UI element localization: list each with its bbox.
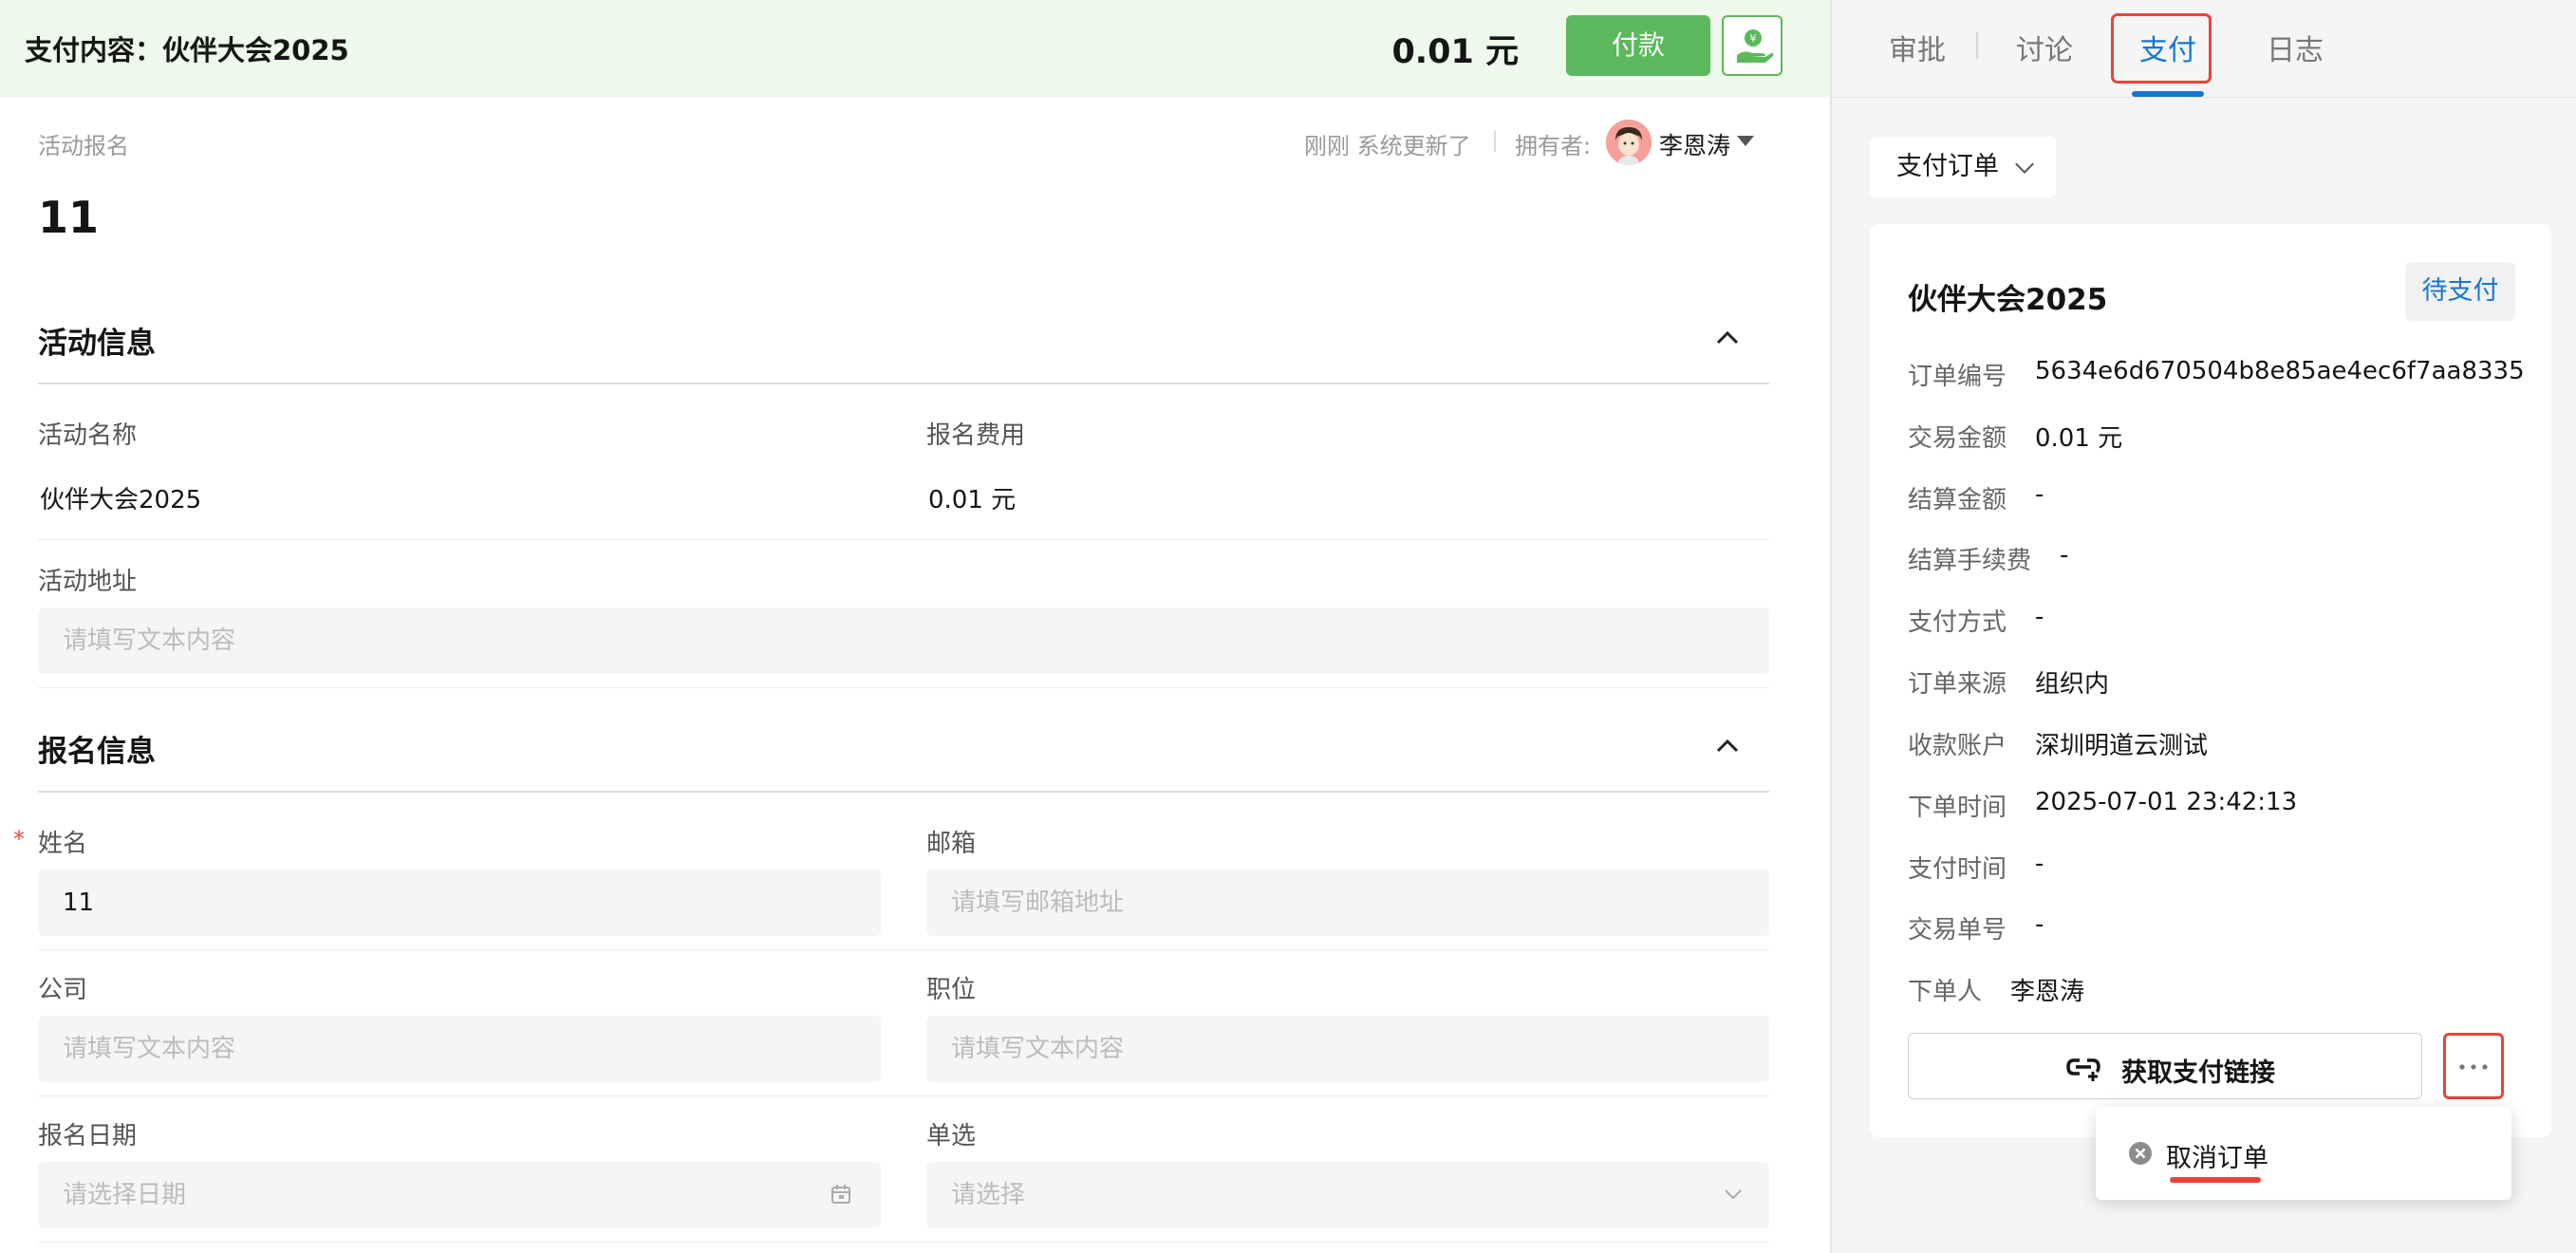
owner-name[interactable]: 李恩涛 (1659, 127, 1730, 161)
section-divider (38, 383, 1769, 384)
record-detail-pane: 支付内容：伙伴大会2025 0.01 元 付款 ¥ 活动报名 刚刚 系统更新了 … (0, 0, 1830, 1253)
chevron-down-icon (2015, 155, 2034, 174)
hand-coin-icon: ¥ (1737, 29, 1774, 63)
chevron-up-icon[interactable] (1714, 325, 1741, 351)
email-field[interactable]: 请填写邮箱地址 (926, 870, 1769, 936)
row-divider (38, 1095, 1769, 1096)
tab-log[interactable]: 日志 (2267, 27, 2324, 68)
trade-no-label: 交易单号 (1908, 916, 2007, 944)
section-title-activity: 活动信息 (38, 327, 156, 361)
payment-amount: 0.01 元 (1391, 33, 1519, 71)
required-marker: * (13, 826, 25, 852)
tab-separator (1976, 32, 1978, 59)
update-status: 刚刚 系统更新了 (1304, 133, 1471, 159)
chevron-up-icon[interactable] (1714, 733, 1741, 759)
email-label: 邮箱 (926, 830, 977, 858)
tab-discussion[interactable]: 讨论 (2016, 27, 2073, 68)
orderer-label: 下单人 (1908, 978, 1983, 1006)
avatar[interactable] (1606, 120, 1652, 165)
order-no-value: 5634e6d670504b8e85ae4ec6f7aa8335 (2035, 357, 2525, 385)
order-time-label: 下单时间 (1908, 794, 2007, 822)
amount-label: 交易金额 (1908, 424, 2007, 453)
activity-name-label: 活动名称 (38, 421, 138, 450)
signup-fee-value: 0.01 元 (928, 486, 1017, 514)
payment-content-title: 支付内容：伙伴大会2025 (25, 34, 349, 66)
pay-button[interactable]: 付款 (1566, 15, 1710, 76)
chevron-down-icon (1725, 1189, 1742, 1200)
pay-time-label: 支付时间 (1908, 855, 2007, 884)
more-actions-menu: 取消订单 (2096, 1107, 2511, 1200)
trade-no-value: - (2035, 910, 2044, 939)
order-type-label: 支付订单 (1896, 152, 1999, 181)
order-title: 伙伴大会2025 (1908, 283, 2108, 317)
row-divider (38, 949, 1769, 950)
order-type-select[interactable]: 支付订单 (1870, 137, 2056, 197)
company-field[interactable]: 请填写文本内容 (38, 1016, 881, 1082)
owner-label: 拥有者: (1515, 133, 1592, 159)
signup-date-field[interactable]: 请选择日期 (38, 1162, 881, 1228)
section-divider (38, 791, 1769, 793)
payment-bar: 支付内容：伙伴大会2025 0.01 元 付款 ¥ (0, 0, 1830, 98)
side-tabs: 审批 讨论 支付 日志 (1832, 0, 2576, 98)
payment-qr-button[interactable]: ¥ (1722, 15, 1783, 76)
settle-fee-value: - (2060, 541, 2069, 570)
more-actions-button[interactable] (2443, 1033, 2504, 1099)
position-label: 职位 (926, 976, 977, 1004)
tab-payment[interactable]: 支付 (2139, 27, 2196, 68)
record-title: 11 (38, 192, 100, 243)
side-panel: 审批 讨论 支付 日志 支付订单 伙伴大会2025 待支付 订单编号 5634e… (1830, 0, 2576, 1253)
name-label: 姓名 (38, 830, 88, 858)
divider (1494, 131, 1496, 152)
pay-method-value: - (2035, 603, 2044, 631)
settle-amount-label: 结算金额 (1908, 486, 2007, 514)
payee-account-value: 深圳明道云测试 (2035, 732, 2209, 760)
position-field[interactable]: 请填写文本内容 (926, 1016, 1769, 1082)
signup-fee-label: 报名费用 (926, 421, 1026, 450)
status-badge: 待支付 (2405, 262, 2515, 321)
row-divider (38, 539, 1769, 540)
activity-address-label: 活动地址 (38, 568, 138, 596)
owner-dropdown-icon[interactable] (1737, 136, 1754, 146)
highlight-underline (2170, 1177, 2261, 1183)
name-field[interactable]: 11 (38, 870, 881, 936)
single-choice-label: 单选 (926, 1122, 977, 1150)
row-divider (38, 1242, 1769, 1243)
order-no-label: 订单编号 (1908, 363, 2007, 391)
get-payment-link-button[interactable]: 获取支付链接 (1908, 1033, 2422, 1099)
link-icon (2066, 1058, 2100, 1081)
order-source-value: 组织内 (2035, 670, 2110, 699)
section-title-signup: 报名信息 (38, 735, 156, 769)
signup-date-label: 报名日期 (38, 1122, 138, 1150)
record-category: 活动报名 (38, 133, 129, 159)
company-label: 公司 (38, 976, 88, 1004)
order-source-label: 订单来源 (1908, 670, 2007, 699)
order-card: 伙伴大会2025 待支付 订单编号 5634e6d670504b8e85ae4e… (1870, 224, 2551, 1137)
payee-account-label: 收款账户 (1908, 732, 2007, 760)
calendar-icon (831, 1185, 850, 1204)
active-tab-indicator (2132, 91, 2204, 97)
activity-address-field[interactable]: 请填写文本内容 (38, 608, 1769, 674)
activity-name-value: 伙伴大会2025 (40, 486, 202, 514)
tab-approval[interactable]: 审批 (1889, 27, 1946, 68)
amount-value: 0.01 元 (2035, 424, 2123, 453)
more-icon (2459, 1064, 2488, 1070)
pay-time-value: - (2035, 850, 2044, 878)
row-divider (38, 687, 1769, 688)
svg-text:¥: ¥ (1750, 32, 1757, 45)
cancel-order-menu-item[interactable]: 取消订单 (2166, 1137, 2268, 1174)
single-choice-select[interactable]: 请选择 (926, 1162, 1769, 1228)
settle-fee-label: 结算手续费 (1908, 547, 2032, 575)
orderer-value: 李恩涛 (2010, 978, 2085, 1006)
pay-method-label: 支付方式 (1908, 608, 2007, 637)
close-circle-icon (2129, 1142, 2152, 1165)
order-time-value: 2025-07-01 23:42:13 (2035, 788, 2298, 816)
get-payment-link-label: 获取支付链接 (2121, 1058, 2275, 1088)
settle-amount-value: - (2035, 480, 2044, 509)
